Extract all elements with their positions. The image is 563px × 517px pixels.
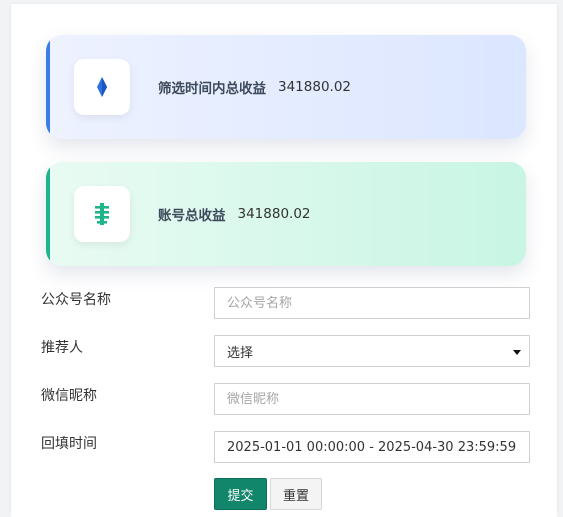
referrer-label: 推荐人: [41, 340, 83, 356]
wechat-nickname-input[interactable]: [214, 383, 530, 415]
stat-value: 341880.02: [237, 206, 311, 222]
reset-button[interactable]: 重置: [270, 478, 322, 510]
stat-card-period-revenue: 筛选时间内总收益 341880.02: [46, 35, 526, 139]
fill-time-range-input[interactable]: 2025-01-01 00:00:00 - 2025-04-30 23:59:5…: [214, 431, 530, 463]
stat-card-total-revenue: 账号总收益 341880.02: [46, 162, 526, 266]
form-row-referrer: 推荐人 选择: [0, 335, 563, 369]
diamond-icon: [97, 77, 107, 97]
stat-label: 筛选时间内总收益: [158, 81, 266, 97]
card-icon-box: [74, 186, 130, 242]
yen-icon: [95, 203, 109, 225]
caret-down-icon: [513, 350, 521, 355]
referrer-selected-value: 选择: [227, 345, 254, 361]
stat-label: 账号总收益: [158, 208, 226, 224]
form-row-fill-time: 回填时间 2025-01-01 00:00:00 - 2025-04-30 23…: [0, 431, 563, 465]
referrer-select[interactable]: 选择: [214, 335, 530, 367]
form-row-account-name: 公众号名称: [0, 287, 563, 321]
card-icon-box: [74, 59, 130, 115]
submit-button[interactable]: 提交: [214, 478, 267, 510]
fill-time-label: 回填时间: [41, 436, 97, 452]
account-name-label: 公众号名称: [41, 292, 111, 308]
form-row-wechat-nickname: 微信昵称: [0, 383, 563, 417]
stat-value: 341880.02: [278, 79, 352, 95]
account-name-input[interactable]: [214, 287, 530, 319]
fill-time-range-value: 2025-01-01 00:00:00 - 2025-04-30 23:59:5…: [227, 439, 517, 455]
wechat-nickname-label: 微信昵称: [41, 388, 97, 404]
